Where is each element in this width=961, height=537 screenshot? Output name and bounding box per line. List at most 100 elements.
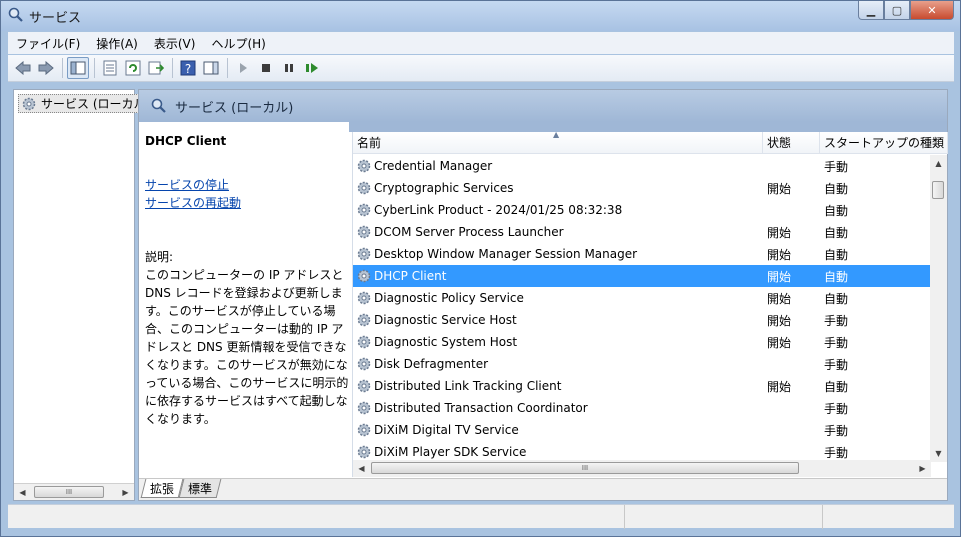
scrollbar-thumb[interactable]: III bbox=[371, 462, 799, 474]
scrollbar-thumb[interactable] bbox=[932, 181, 944, 199]
service-name: DiXiM Digital TV Service bbox=[374, 423, 519, 437]
service-startup-type: 手動 bbox=[824, 401, 849, 416]
status-bar bbox=[8, 504, 954, 529]
service-gear-icon bbox=[356, 202, 372, 218]
service-gear-icon bbox=[356, 444, 372, 460]
pane-header: サービス (ローカル) bbox=[139, 90, 947, 122]
horizontal-scrollbar[interactable]: ◀ III ▶ bbox=[353, 460, 931, 477]
refresh-icon[interactable] bbox=[122, 57, 144, 79]
service-name: Diagnostic System Host bbox=[374, 335, 518, 349]
service-name: Diagnostic Service Host bbox=[374, 313, 517, 327]
service-startup-type: 手動 bbox=[824, 335, 849, 350]
service-name: Distributed Link Tracking Client bbox=[374, 379, 562, 393]
column-header-startup-type[interactable]: スタートアップの種類 bbox=[820, 132, 948, 154]
tree-horizontal-scrollbar[interactable]: ◀ III ▶ bbox=[14, 483, 134, 500]
service-gear-icon bbox=[356, 224, 372, 240]
export-list-icon[interactable] bbox=[145, 57, 167, 79]
service-row[interactable]: Diagnostic Policy Service 開始 自動 bbox=[353, 287, 933, 309]
maximize-button[interactable]: ▢ bbox=[884, 1, 910, 20]
service-row[interactable]: DiXiM Digital TV Service 手動 bbox=[353, 419, 933, 441]
toolbar-separator bbox=[62, 58, 63, 78]
scroll-up-icon[interactable]: ▲ bbox=[930, 155, 947, 172]
menu-view[interactable]: 表示(V) bbox=[146, 35, 204, 52]
service-row[interactable]: Cryptographic Services 開始 自動 bbox=[353, 177, 933, 199]
tab-standard[interactable]: 標準 bbox=[178, 479, 222, 498]
service-name: CyberLink Product - 2024/01/25 08:32:38 bbox=[374, 203, 623, 217]
service-row[interactable]: Desktop Window Manager Session Manager 開始… bbox=[353, 243, 933, 265]
service-row[interactable]: Credential Manager 手動 bbox=[353, 155, 933, 177]
gear-icon bbox=[22, 97, 36, 110]
tree-item-label: サービス (ローカル) bbox=[41, 97, 151, 111]
restart-service-icon[interactable] bbox=[301, 57, 323, 79]
start-service-icon[interactable] bbox=[232, 57, 254, 79]
service-row[interactable]: Disk Defragmenter 手動 bbox=[353, 353, 933, 375]
show-hide-action-pane-icon[interactable] bbox=[200, 57, 222, 79]
stop-service-link[interactable]: サービスの停止 bbox=[145, 176, 350, 194]
service-status: 開始 bbox=[767, 335, 792, 350]
title-bar[interactable]: サービス ▁ ▢ ✕ bbox=[1, 1, 960, 31]
toolbar: ? bbox=[8, 55, 954, 82]
scroll-left-icon[interactable]: ◀ bbox=[14, 484, 31, 500]
column-header-name[interactable]: ▲ 名前 bbox=[353, 130, 763, 154]
service-startup-type: 自動 bbox=[824, 225, 849, 240]
menu-file[interactable]: ファイル(F) bbox=[8, 35, 88, 52]
service-gear-icon bbox=[356, 290, 372, 306]
properties-icon[interactable] bbox=[99, 57, 121, 79]
forward-arrow-icon[interactable] bbox=[35, 57, 57, 79]
service-startup-type: 自動 bbox=[824, 247, 849, 262]
service-name: Cryptographic Services bbox=[374, 181, 514, 195]
tab-label: 拡張 bbox=[150, 481, 175, 496]
minimize-button[interactable]: ▁ bbox=[858, 1, 884, 20]
service-gear-icon bbox=[356, 180, 372, 196]
console-tree-icon[interactable] bbox=[67, 57, 89, 79]
tab-extended[interactable]: 拡張 bbox=[140, 479, 184, 498]
column-header-label: 状態 bbox=[767, 136, 792, 150]
description-label: 説明: bbox=[145, 250, 174, 264]
service-startup-type: 自動 bbox=[824, 379, 849, 394]
service-row[interactable]: DCOM Server Process Launcher 開始 自動 bbox=[353, 221, 933, 243]
service-gear-icon bbox=[356, 334, 372, 350]
service-row[interactable]: Distributed Link Tracking Client 開始 自動 bbox=[353, 375, 933, 397]
scroll-right-icon[interactable]: ▶ bbox=[914, 460, 931, 476]
menu-action[interactable]: 操作(A) bbox=[88, 35, 146, 52]
stop-service-icon[interactable] bbox=[255, 57, 277, 79]
back-arrow-icon[interactable] bbox=[12, 57, 34, 79]
service-name: Credential Manager bbox=[374, 159, 493, 173]
restart-service-link[interactable]: サービスの再起動 bbox=[145, 194, 350, 212]
service-name: Diagnostic Policy Service bbox=[374, 291, 524, 305]
services-list: ▲ 名前 状態 スタートアップの種類 Credential Manager 手動 C… bbox=[352, 130, 948, 477]
service-row[interactable]: Diagnostic Service Host 開始 手動 bbox=[353, 309, 933, 331]
service-status: 開始 bbox=[767, 379, 792, 394]
view-tabs: 拡張 標準 bbox=[139, 478, 947, 500]
window-title: サービス bbox=[29, 11, 82, 26]
service-row[interactable]: Diagnostic System Host 開始 手動 bbox=[353, 331, 933, 353]
service-name: Disk Defragmenter bbox=[374, 357, 489, 371]
status-cell bbox=[823, 505, 954, 529]
scroll-left-icon[interactable]: ◀ bbox=[353, 460, 370, 476]
service-row[interactable]: DHCP Client 開始 自動 bbox=[353, 265, 933, 287]
toolbar-separator bbox=[94, 58, 95, 78]
column-header-status[interactable]: 状態 bbox=[763, 132, 820, 154]
pane-title: サービス (ローカル) bbox=[175, 100, 294, 116]
services-magnifier-icon bbox=[151, 98, 166, 113]
service-name: Desktop Window Manager Session Manager bbox=[374, 247, 638, 261]
scroll-right-icon[interactable]: ▶ bbox=[117, 484, 134, 500]
tree-item-services-local[interactable]: サービス (ローカル) bbox=[18, 94, 154, 113]
service-row[interactable]: Distributed Transaction Coordinator 手動 bbox=[353, 397, 933, 419]
close-button[interactable]: ✕ bbox=[910, 1, 954, 20]
console-tree-pane: サービス (ローカル) ◀ III ▶ bbox=[13, 89, 154, 501]
service-startup-type: 手動 bbox=[824, 357, 849, 372]
vertical-scrollbar[interactable]: ▲ ▼ bbox=[930, 155, 947, 462]
service-name: DHCP Client bbox=[374, 269, 447, 283]
services-magnifier-icon bbox=[8, 7, 23, 22]
scroll-down-icon[interactable]: ▼ bbox=[930, 445, 947, 462]
service-row[interactable]: CyberLink Product - 2024/01/25 08:32:38 自… bbox=[353, 199, 933, 221]
scrollbar-thumb[interactable]: III bbox=[34, 486, 104, 498]
pause-service-icon[interactable] bbox=[278, 57, 300, 79]
column-header-label: スタートアップの種類 bbox=[824, 136, 945, 150]
menu-help[interactable]: ヘルプ(H) bbox=[203, 35, 273, 52]
help-icon[interactable]: ? bbox=[177, 57, 199, 79]
service-startup-type: 手動 bbox=[824, 313, 849, 328]
tab-label: 標準 bbox=[188, 481, 213, 496]
service-status: 開始 bbox=[767, 225, 792, 240]
